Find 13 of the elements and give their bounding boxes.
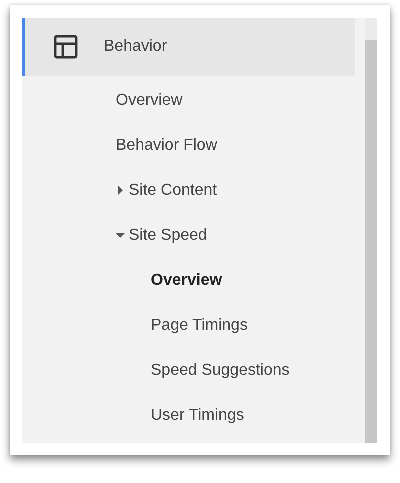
nav-item[interactable]: Overview	[116, 92, 183, 110]
section-title: Behavior	[104, 38, 168, 56]
nav-item[interactable]: Speed Suggestions	[151, 362, 290, 380]
layout-icon	[54, 35, 78, 59]
section-header[interactable]: Behavior	[22, 18, 355, 76]
nav-item[interactable]: Site Content	[116, 182, 218, 200]
nav-item[interactable]: Overview	[151, 272, 222, 290]
nav-item[interactable]: Site Speed	[116, 226, 208, 244]
caret-icon[interactable]	[116, 186, 125, 195]
caret-icon[interactable]	[116, 231, 125, 240]
nav-item[interactable]: Behavior Flow	[116, 136, 218, 154]
nav-item[interactable]: Page Timings	[151, 316, 248, 334]
nav-item[interactable]: User Timings	[151, 406, 244, 424]
